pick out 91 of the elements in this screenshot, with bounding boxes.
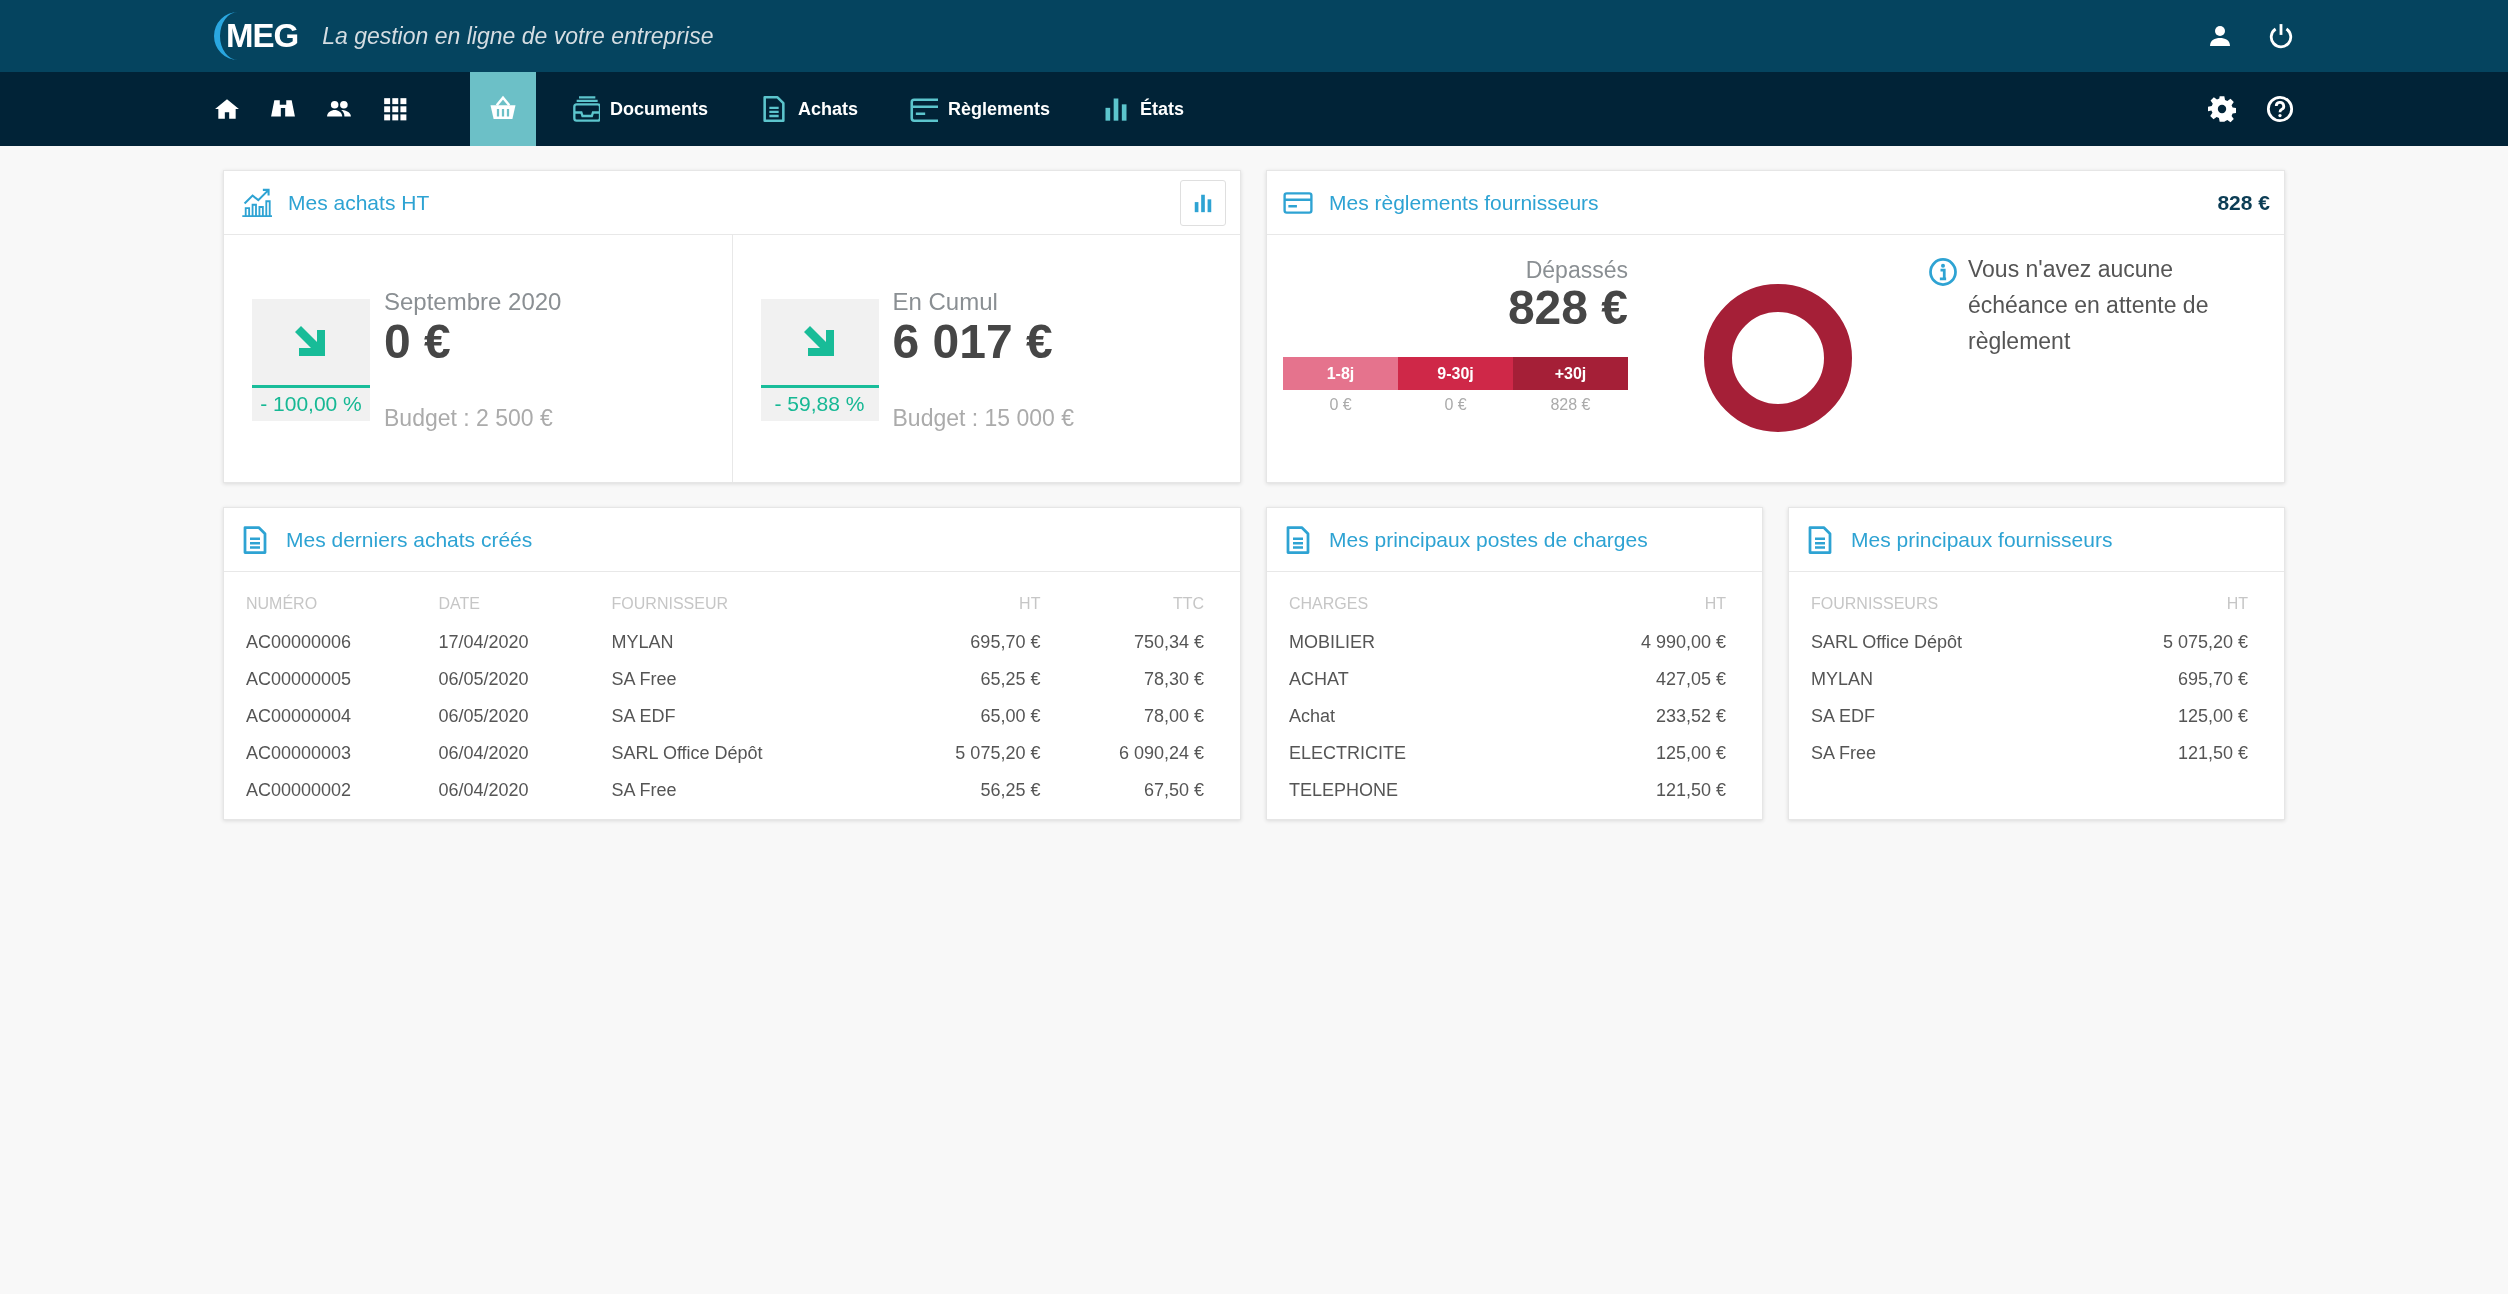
bucket-amount: 0 €: [1328, 396, 1353, 414]
table-cell-text: SARL Office Dépôt: [610, 742, 764, 765]
budget-label: Budget : 2 500 €: [384, 404, 554, 432]
logo[interactable]: MEG: [214, 10, 299, 62]
total-amount: 828 €: [2217, 190, 2270, 215]
table-cell-text: 6 090,24 €: [1117, 742, 1205, 765]
aging-bucket: 9-30j: [1398, 357, 1513, 390]
document-icon: [760, 95, 788, 123]
table-cell-text: 78,00 €: [1142, 705, 1205, 728]
table-cell-text: 695,70 €: [2176, 668, 2249, 691]
tagline: La gestion en ligne de votre entreprise: [322, 22, 714, 50]
nav-tab[interactable]: États: [1076, 72, 1211, 146]
table-cell-text: 06/04/2020: [437, 779, 530, 802]
aging-bucket: 1-8j: [1283, 357, 1398, 390]
amount-value: 6 017 €: [892, 313, 1054, 369]
table-cell-text: 5 075,20 €: [954, 742, 1042, 765]
table-cell-text: 67,50 €: [1142, 779, 1205, 802]
bucket-amount: 0 €: [1443, 396, 1468, 414]
card-title: Mes derniers achats créés: [286, 527, 533, 552]
table-cell-text: 5 075,20 €: [2161, 631, 2249, 654]
table-cell-text: 06/04/2020: [437, 742, 530, 765]
aging-bucket: +30j: [1513, 357, 1628, 390]
column-header: DATE: [437, 594, 481, 614]
growth-chart-icon: [240, 186, 272, 219]
budget-label: Budget : 15 000 €: [892, 404, 1076, 432]
user-icon[interactable]: [2208, 24, 2232, 48]
table-cell-text: 4 990,00 €: [1639, 631, 1727, 654]
tray-icon: [572, 95, 600, 123]
column-header: FOURNISSEUR: [610, 594, 729, 614]
column-header: HT: [1018, 594, 1042, 614]
table-cell-text: AC00000005: [245, 668, 353, 691]
table-cell-text: 750,34 €: [1132, 631, 1205, 654]
percent-change: - 100,00 %: [259, 390, 363, 417]
info-message: Vous n'avez aucune échéance en attente de règlement: [1968, 255, 2210, 356]
table-cell-text: 427,05 €: [1654, 668, 1727, 691]
bucket-amount: 828 €: [1549, 396, 1592, 414]
table-cell-text: ELECTRICITE: [1288, 742, 1408, 765]
table-cell-text: AC00000003: [245, 742, 353, 765]
grid-icon[interactable]: [382, 96, 408, 122]
table-cell-text: 121,50 €: [1654, 779, 1727, 802]
column-header: NUMÉRO: [245, 593, 319, 614]
period-label: En Cumul: [892, 287, 999, 316]
amount-value: 0 €: [384, 314, 451, 369]
table-cell-text: SA Free: [610, 668, 678, 691]
table-cell-text: 17/04/2020: [437, 631, 530, 654]
column-header: TTC: [1171, 594, 1205, 614]
table-cell-text: MYLAN: [610, 631, 675, 654]
table-cell-text: MOBILIER: [1288, 631, 1377, 654]
card-title: Mes achats HT: [288, 190, 430, 215]
table-cell-text: 233,52 €: [1654, 705, 1727, 728]
table-cell-text: 125,00 €: [1654, 742, 1727, 765]
table-cell-text: 65,00 €: [979, 705, 1042, 728]
column-header: FOURNISSEURS: [1810, 594, 1940, 614]
table-cell-text: AC00000006: [245, 631, 353, 654]
table-cell-text: 06/05/2020: [437, 668, 530, 691]
nav-tab[interactable]: Achats: [734, 72, 885, 146]
table-cell-text: 125,00 €: [2176, 705, 2249, 728]
card-icon: [910, 95, 939, 123]
table-cell-text: ACHAT: [1288, 668, 1350, 691]
column-header: HT: [2225, 594, 2249, 614]
table-cell-text: 65,25 €: [979, 668, 1042, 691]
column-header: CHARGES: [1288, 594, 1370, 614]
table-cell-text: 78,30 €: [1142, 668, 1205, 691]
table-cell-text: 121,50 €: [2176, 742, 2249, 765]
settings-icon[interactable]: [2208, 95, 2236, 123]
table-cell-text: AC00000004: [245, 705, 353, 728]
table-cell-text: 06/05/2020: [437, 705, 530, 728]
chart-toggle-button[interactable]: [1180, 179, 1226, 226]
table-cell-text: MYLAN: [1810, 668, 1874, 691]
help-icon[interactable]: [2266, 95, 2294, 123]
table-cell-text: SARL Office Dépôt: [1810, 631, 1964, 654]
power-icon[interactable]: [2268, 23, 2294, 49]
table-cell-text: TELEPHONE: [1288, 779, 1400, 802]
card-title: Mes règlements fournisseurs: [1329, 190, 1599, 215]
info-icon: [1928, 257, 1958, 287]
card-title: Mes principaux postes de charges: [1329, 527, 1648, 552]
card-title: Mes principaux fournisseurs: [1851, 527, 2113, 552]
table-cell-text: Achat: [1288, 705, 1337, 728]
overdue-label: Dépassés: [1524, 257, 1628, 284]
table-cell-text: 695,70 €: [969, 631, 1042, 654]
table-cell-text: AC00000002: [245, 779, 353, 802]
table-cell-text: SA EDF: [1810, 705, 1877, 728]
nav-tab[interactable]: Documents: [546, 72, 734, 146]
table-cell-text: SA Free: [1810, 742, 1878, 765]
table-cell-text: SA Free: [610, 779, 678, 802]
table-cell-text: 56,25 €: [979, 779, 1042, 802]
period-label: Septembre 2020: [384, 287, 563, 316]
table-cell-text: SA EDF: [610, 705, 677, 728]
column-header: HT: [1703, 594, 1727, 614]
nav-tab[interactable]: Règlements: [884, 72, 1077, 146]
percent-change: - 59,88 %: [773, 390, 866, 417]
